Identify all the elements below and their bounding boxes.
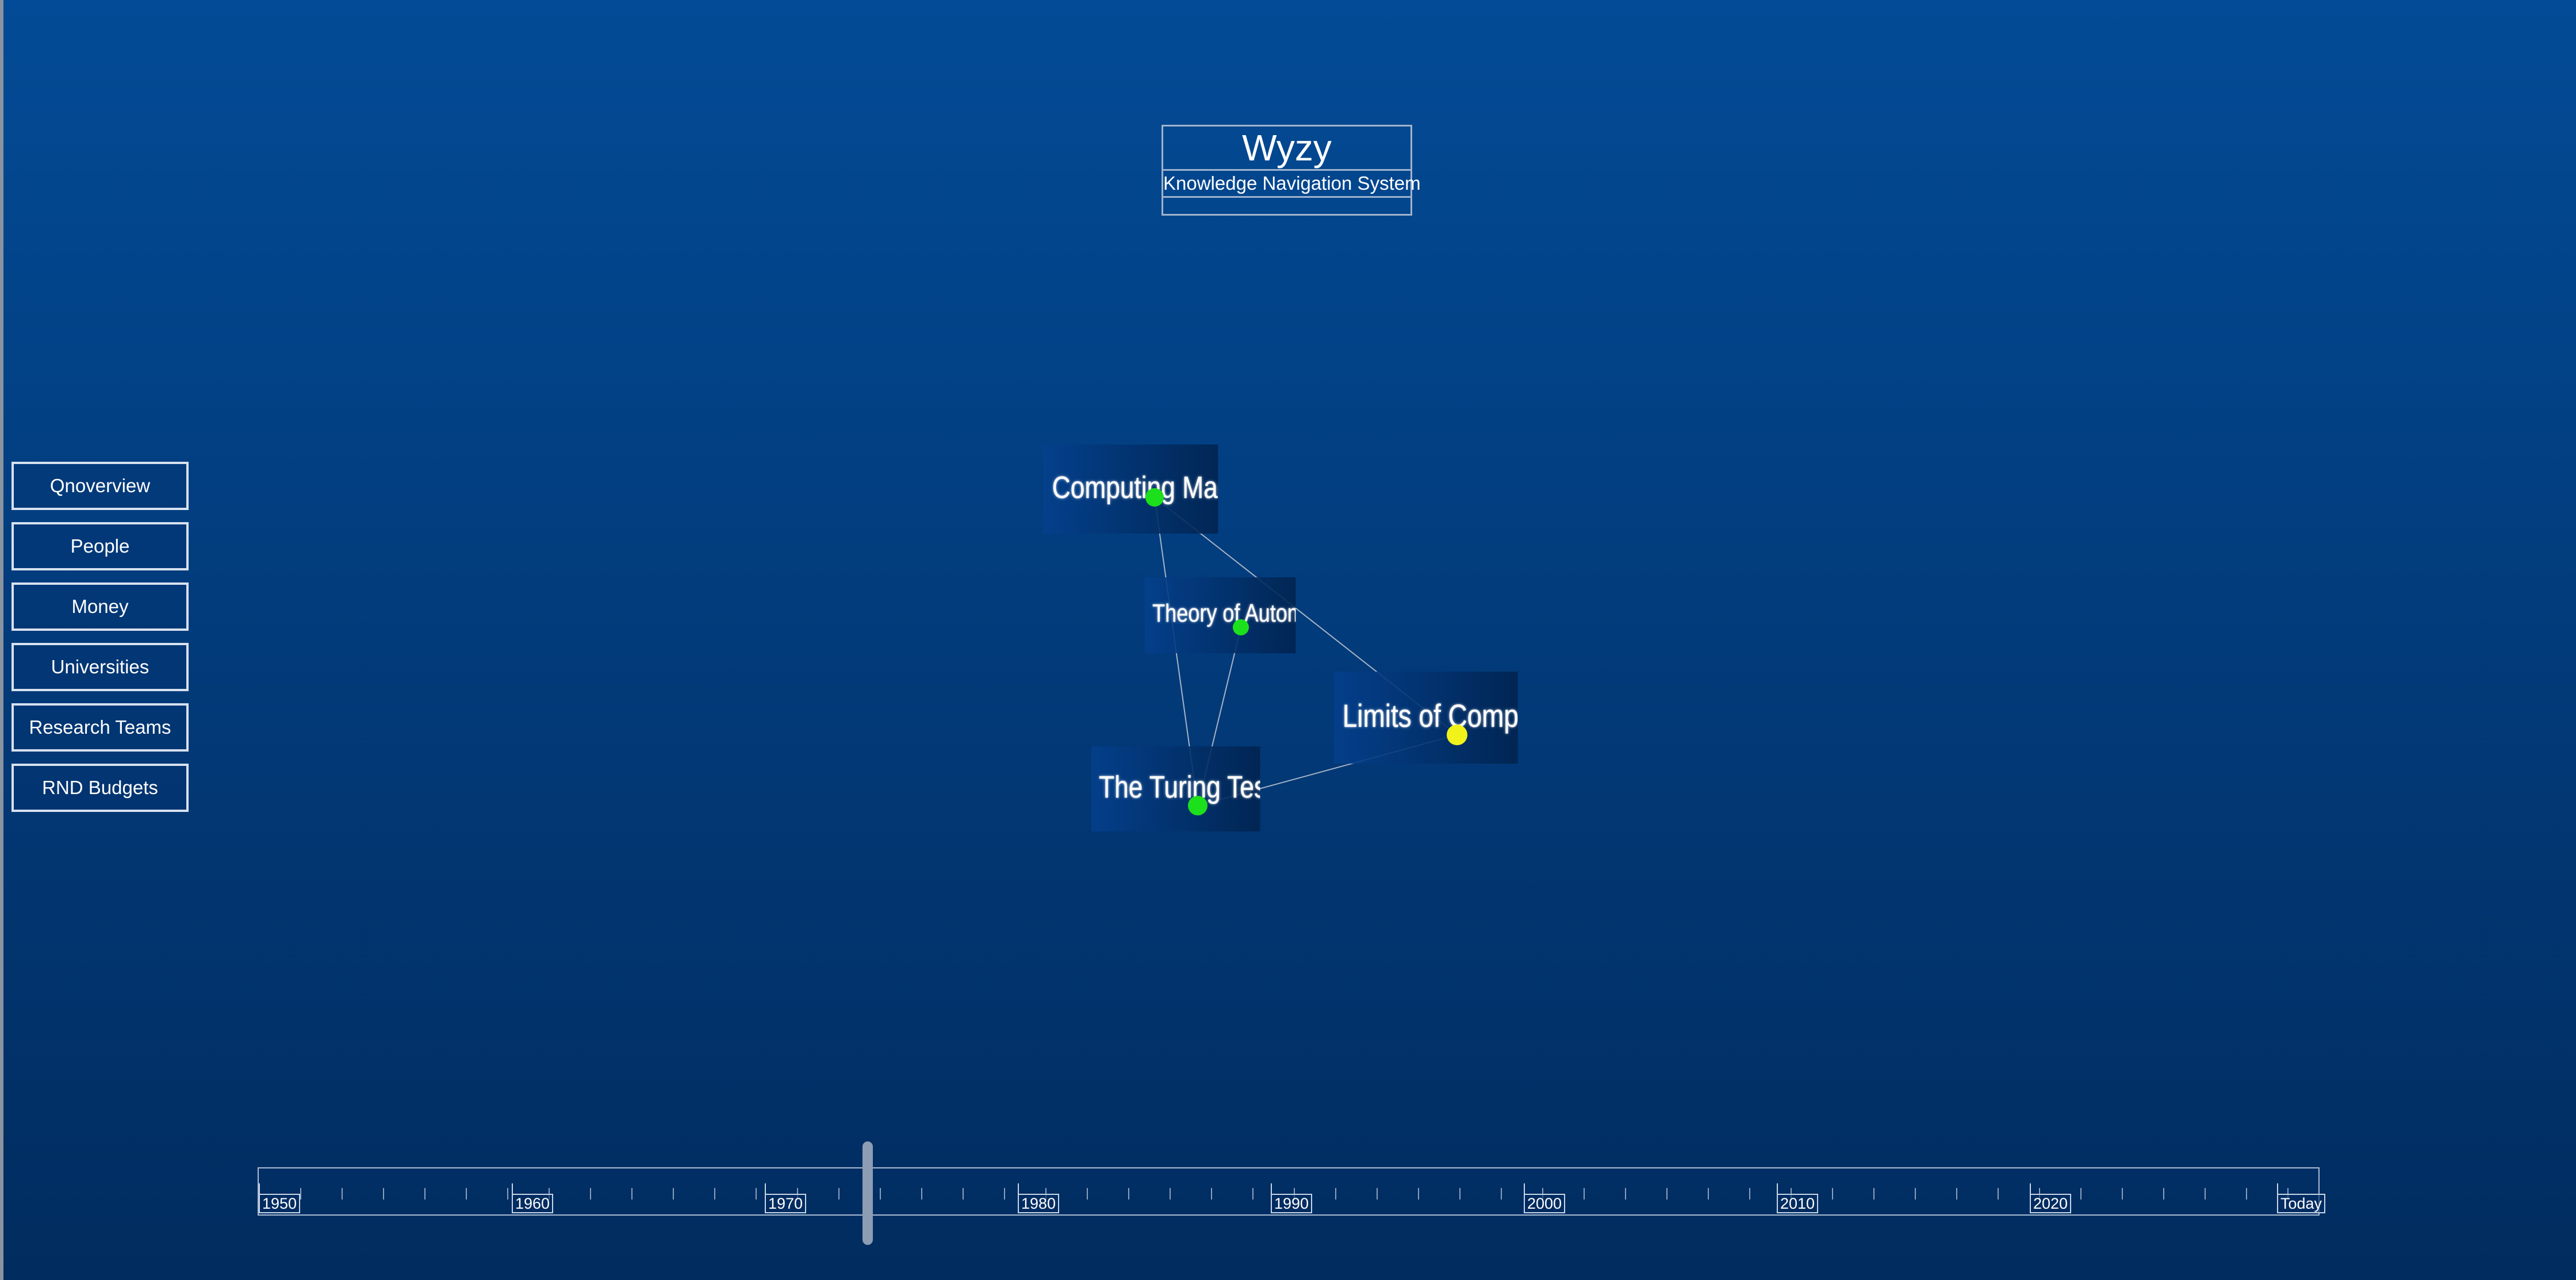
app-subtitle: Knowledge Navigation System <box>1163 169 1421 198</box>
timeline-tick <box>1377 1188 1378 1199</box>
node-dot-computing-machinery[interactable] <box>1145 488 1164 507</box>
timeline-tick <box>2205 1188 2206 1199</box>
timeline-tick <box>838 1188 839 1199</box>
timeline-year-label[interactable]: 2010 <box>1777 1194 1819 1213</box>
timeline-track[interactable]: 1950 1960 1970 1980 1990 2000 2010 2020 Today <box>258 1167 2326 1216</box>
timeline-tick <box>2246 1188 2247 1199</box>
timeline-year-label[interactable]: 1980 <box>1018 1194 1060 1213</box>
timeline-tick <box>1956 1188 1957 1199</box>
timeline-tick <box>2080 1188 2082 1199</box>
timeline-tick <box>921 1188 922 1199</box>
timeline-tick <box>424 1188 425 1199</box>
node-dot-limits-of-computation[interactable] <box>1447 725 1467 745</box>
timeline-year-label[interactable]: 1970 <box>765 1194 807 1213</box>
timeline-tick <box>880 1188 881 1199</box>
menu-button-qnoverview[interactable]: Qnoverview <box>12 462 189 510</box>
timeline-tick <box>1211 1188 1212 1199</box>
node-dot-theory-of-automata[interactable] <box>1233 619 1249 635</box>
menu-button-rnd-budgets[interactable]: RND Budgets <box>12 764 189 812</box>
menu-button-research-teams[interactable]: Research Teams <box>12 703 189 752</box>
timeline-tick <box>963 1188 964 1199</box>
timeline-year-label[interactable]: 1950 <box>259 1194 301 1213</box>
app-title-box: Wyzy Knowledge Navigation System <box>1162 125 1421 216</box>
menu-button-people[interactable]: People <box>12 522 189 570</box>
window-left-edge <box>0 0 3 1280</box>
timeline-tick <box>1666 1188 1667 1199</box>
timeline-tick <box>1170 1188 1171 1199</box>
timeline-tick <box>507 1188 508 1199</box>
timeline-tick <box>1832 1188 1833 1199</box>
node-the-turing-test[interactable]: The Turing Test <box>1091 746 1260 831</box>
timeline-tick <box>756 1188 757 1199</box>
node-dot-the-turing-test[interactable] <box>1188 796 1208 815</box>
timeline-tick <box>1708 1188 1709 1199</box>
timeline-tick <box>1749 1188 1750 1199</box>
timeline-tick <box>1087 1188 1088 1199</box>
timeline-tick <box>1128 1188 1129 1199</box>
timeline-tick <box>714 1188 715 1199</box>
node-label: Theory of Automata <box>1152 599 1295 627</box>
timeline-tick <box>1459 1188 1460 1199</box>
timeline-tick <box>342 1188 343 1199</box>
app-title: Wyzy <box>1242 127 1332 168</box>
category-menu: Qnoverview People Money Universities Res… <box>12 462 189 824</box>
timeline-tick <box>1418 1188 1419 1199</box>
menu-button-money[interactable]: Money <box>12 582 189 631</box>
menu-button-universities[interactable]: Universities <box>12 643 189 691</box>
timeline-year-label[interactable]: 1960 <box>512 1194 554 1213</box>
timeline-tick <box>2163 1188 2164 1199</box>
node-label: Computing Machinery <box>1052 470 1218 505</box>
timeline-tick <box>631 1188 632 1199</box>
timeline-tick <box>1625 1188 1626 1199</box>
timeline-year-label[interactable]: 2020 <box>2030 1194 2072 1213</box>
timeline-tick <box>673 1188 674 1199</box>
timeline-year-label[interactable]: Today <box>2277 1194 2326 1213</box>
timeline-tick <box>466 1188 467 1199</box>
timeline-tick <box>1501 1188 1502 1199</box>
timeline-year-label[interactable]: 1990 <box>1271 1194 1313 1213</box>
node-limits-of-computation[interactable]: Limits of Computation <box>1334 672 1518 764</box>
timeline-tick <box>1998 1188 1999 1199</box>
timeline-tick <box>300 1188 301 1199</box>
node-theory-of-automata[interactable]: Theory of Automata <box>1145 577 1296 653</box>
timeline-tick <box>2122 1188 2123 1199</box>
node-label: The Turing Test <box>1099 770 1260 804</box>
timeline-tick <box>1584 1188 1585 1199</box>
node-computing-machinery[interactable]: Computing Machinery <box>1044 444 1218 534</box>
timeline-tick <box>1873 1188 1874 1199</box>
timeline-tick <box>1915 1188 1916 1199</box>
timeline-tick <box>1004 1188 1005 1199</box>
timeline-tick <box>383 1188 384 1199</box>
timeline-slider-handle[interactable] <box>862 1141 873 1245</box>
node-label: Limits of Computation <box>1342 698 1518 734</box>
timeline-year-label[interactable]: 2000 <box>1524 1194 1566 1213</box>
timeline-tick <box>590 1188 591 1199</box>
timeline-tick <box>1252 1188 1254 1199</box>
timeline-tick <box>1335 1188 1336 1199</box>
